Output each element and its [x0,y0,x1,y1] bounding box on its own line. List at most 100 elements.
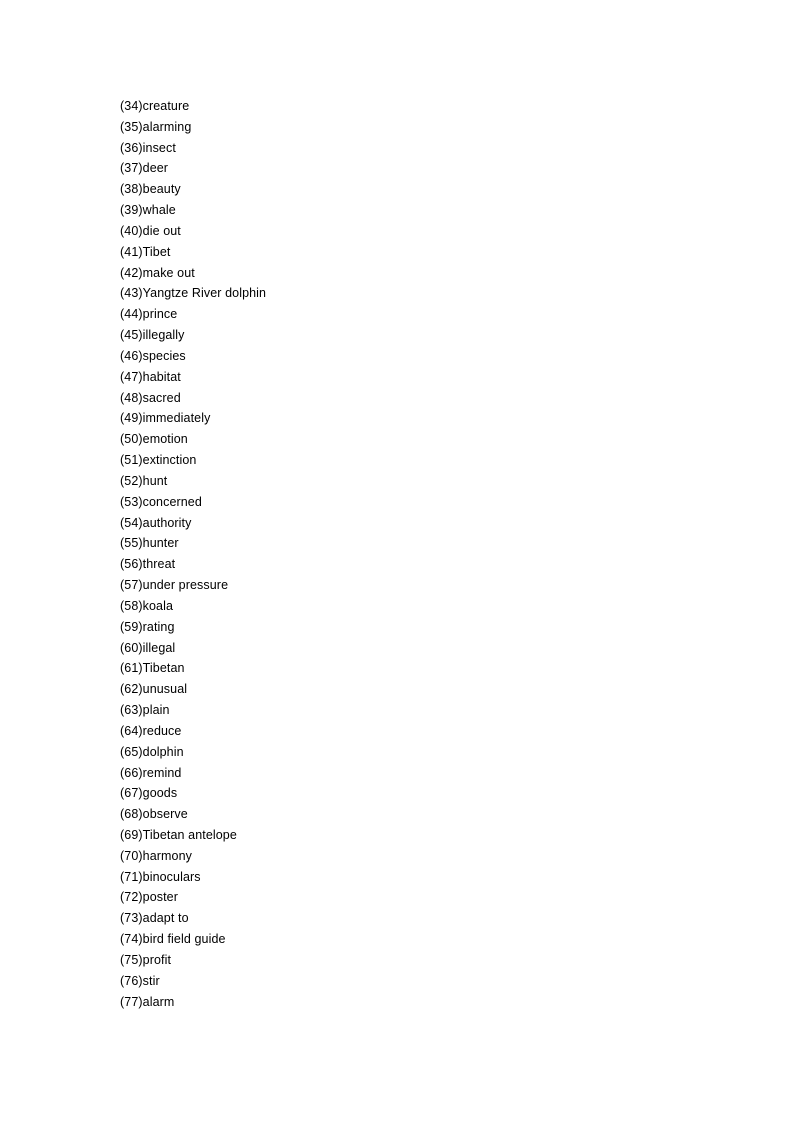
item-word: threat [142,557,176,572]
item-word: koala [142,598,174,613]
list-item: (58)koala [120,596,266,617]
item-number: 71 [124,869,139,884]
list-item: (35)alarming [120,117,266,138]
item-number: 56 [124,557,139,572]
item-number: 54 [124,515,139,530]
item-word: immediately [142,411,211,426]
list-item: (36)insect [120,138,266,159]
item-word: prince [142,307,178,322]
list-item: (70)harmony [120,846,266,867]
item-number: 65 [124,744,139,759]
list-item: (44)prince [120,304,266,325]
list-item: (77)alarm [120,992,266,1013]
item-word: poster [142,890,178,905]
item-word: insect [142,140,176,155]
item-number: 42 [124,265,139,280]
item-word: alarming [142,119,192,134]
list-item: (67)goods [120,783,266,804]
list-item: (46)species [120,346,266,367]
item-word: illegally [142,328,185,343]
item-number: 44 [124,307,139,322]
list-item: (43)Yangtze River dolphin [120,283,266,304]
list-item: (56)threat [120,554,266,575]
item-word: observe [142,807,188,822]
item-number: 45 [124,328,139,343]
list-item: (65)dolphin [120,742,266,763]
item-number: 76 [124,973,139,988]
item-number: 53 [124,494,139,509]
list-item: (41)Tibet [120,242,266,263]
list-item: (55)hunter [120,533,266,554]
item-word: species [142,348,186,363]
item-number: 62 [124,682,139,697]
list-item: (69)Tibetan antelope [120,825,266,846]
item-word: creature [142,99,190,113]
item-number: 60 [124,640,139,655]
item-word: bird field guide [142,932,226,947]
list-item: (64)reduce [120,721,266,742]
item-number: 41 [124,244,139,259]
item-word: die out [142,223,181,238]
item-word: habitat [142,369,181,384]
item-number: 61 [124,661,139,676]
item-word: alarm [142,994,175,1009]
list-item: (39)whale [120,200,266,221]
item-number: 49 [124,411,139,426]
list-item: (54)authority [120,513,266,534]
list-item: (52)hunt [120,471,266,492]
list-item: (63)plain [120,700,266,721]
list-item: (72)poster [120,887,266,908]
item-word: hunt [142,473,168,488]
item-word: reduce [142,723,182,738]
list-item: (48)sacred [120,388,266,409]
list-item: (66)remind [120,763,266,784]
item-number: 40 [124,223,139,238]
item-number: 43 [124,286,139,301]
item-word: binoculars [142,869,201,884]
item-word: whale [142,203,176,218]
item-number: 47 [124,369,139,384]
item-word: dolphin [142,744,184,759]
item-number: 37 [124,161,139,176]
item-number: 36 [124,140,139,155]
item-number: 75 [124,952,139,967]
item-word: Yangtze River dolphin [142,286,267,301]
item-word: rating [142,619,175,634]
list-item: (42)make out [120,263,266,284]
item-number: 57 [124,578,139,593]
item-number: 66 [124,765,139,780]
item-word: remind [142,765,182,780]
item-word: unusual [142,682,188,697]
item-number: 35 [124,119,139,134]
item-word: profit [142,952,172,967]
item-number: 58 [124,598,139,613]
item-word: stir [142,973,160,988]
item-number: 68 [124,807,139,822]
list-item: (51)extinction [120,450,266,471]
list-item: (76)stir [120,971,266,992]
item-word: goods [142,786,178,801]
item-number: 39 [124,203,139,218]
list-item: (59)rating [120,617,266,638]
item-number: 48 [124,390,139,405]
list-item: (62)unusual [120,679,266,700]
list-item: (74)bird field guide [120,929,266,950]
item-word: plain [142,703,170,718]
vocabulary-list: (34)creature (35)alarming (36)insect (37)de… [120,96,266,1012]
list-item: (40)die out [120,221,266,242]
item-word: beauty [142,182,181,197]
item-number: 55 [124,536,139,551]
list-item: (68)observe [120,804,266,825]
item-word: harmony [142,848,192,863]
item-word: extinction [142,453,197,468]
item-number: 63 [124,703,139,718]
item-number: 51 [124,453,139,468]
item-number: 70 [124,848,139,863]
item-number: 50 [124,432,139,447]
list-item: (73)adapt to [120,908,266,929]
item-word: deer [142,161,169,176]
item-word: illegal [142,640,176,655]
document-page: (34)creature (35)alarming (36)insect (37)de… [0,0,794,1123]
list-item: (34)creature [120,96,266,117]
item-number: 52 [124,473,139,488]
